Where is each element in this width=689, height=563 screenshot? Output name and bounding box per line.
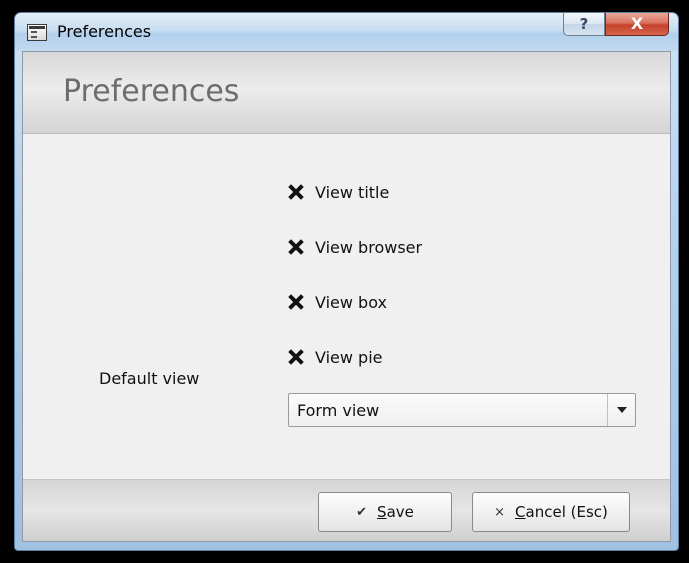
checkbox-view-box[interactable]: View box bbox=[287, 291, 387, 313]
checkbox-label: View browser bbox=[315, 237, 423, 257]
page-title: Preferences bbox=[63, 74, 240, 109]
save-button-label: Save bbox=[377, 503, 414, 521]
checkbox-view-pie[interactable]: View pie bbox=[287, 346, 383, 368]
dialog-content: Preferences View title View browser View… bbox=[22, 51, 671, 542]
cancel-button[interactable]: × Cancel (Esc) bbox=[472, 492, 630, 532]
x-icon: × bbox=[494, 504, 506, 520]
checked-x-icon[interactable] bbox=[287, 238, 305, 256]
checkbox-view-browser[interactable]: View browser bbox=[287, 236, 422, 258]
default-view-label: Default view bbox=[99, 369, 200, 388]
header-band: Preferences bbox=[23, 52, 670, 134]
dropdown-button[interactable] bbox=[607, 394, 635, 426]
checked-x-icon[interactable] bbox=[287, 183, 305, 201]
question-mark-icon: ? bbox=[579, 15, 589, 33]
button-bar: ✔ Save × Cancel (Esc) bbox=[23, 479, 670, 541]
close-button[interactable]: X bbox=[605, 13, 669, 36]
default-view-select[interactable]: Form view bbox=[288, 393, 636, 427]
default-view-value: Form view bbox=[297, 401, 380, 420]
checkbox-label: View pie bbox=[315, 347, 383, 367]
checkbox-label: View title bbox=[315, 182, 390, 202]
title-bar[interactable]: Preferences ? X bbox=[15, 13, 678, 51]
checked-x-icon[interactable] bbox=[287, 348, 305, 366]
cancel-button-label: Cancel (Esc) bbox=[515, 503, 608, 521]
checkbox-label: View box bbox=[315, 292, 387, 312]
app-window-icon[interactable] bbox=[27, 24, 47, 41]
save-button[interactable]: ✔ Save bbox=[318, 492, 452, 532]
help-button[interactable]: ? bbox=[563, 13, 605, 36]
window-title: Preferences bbox=[57, 22, 152, 41]
checkmark-icon: ✔ bbox=[356, 504, 368, 520]
close-icon: X bbox=[630, 14, 644, 33]
preferences-window: Preferences ? X Preferences View title V… bbox=[14, 12, 679, 551]
checkbox-view-title[interactable]: View title bbox=[287, 181, 389, 203]
chevron-down-icon bbox=[617, 407, 627, 413]
checked-x-icon[interactable] bbox=[287, 293, 305, 311]
